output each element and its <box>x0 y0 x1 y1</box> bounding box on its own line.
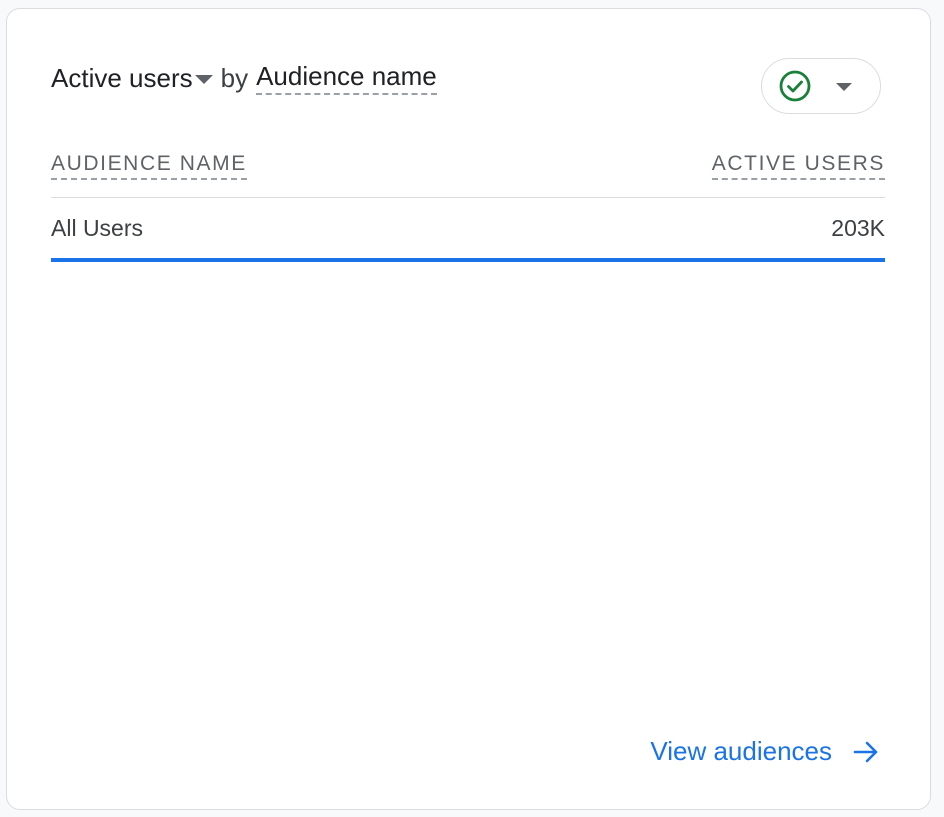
chevron-down-icon <box>836 83 852 91</box>
by-label: by <box>220 62 249 93</box>
column-header-active-users[interactable]: ACTIVE USERS <box>711 152 885 180</box>
metric-selector[interactable]: Active users <box>51 63 213 94</box>
dimension-selector[interactable]: Audience name <box>256 61 437 95</box>
table-row: All Users 203K <box>51 198 885 262</box>
view-audiences-link[interactable]: View audiences <box>650 736 880 767</box>
caret-down-icon <box>194 74 213 84</box>
arrow-right-icon <box>853 741 878 762</box>
audience-name-cell: All Users <box>51 214 144 241</box>
card-title: Active users by Audience name <box>51 61 437 95</box>
audiences-card: Active users by Audience name AUDIENCE N… <box>6 8 931 810</box>
active-users-cell: 203K <box>831 214 885 241</box>
check-circle-icon <box>779 70 811 102</box>
view-audiences-label: View audiences <box>650 736 832 766</box>
audience-table: AUDIENCE NAME ACTIVE USERS All Users 203… <box>51 152 885 262</box>
column-header-audience-name[interactable]: AUDIENCE NAME <box>51 152 247 180</box>
table-header: AUDIENCE NAME ACTIVE USERS <box>51 152 885 198</box>
comparison-dropdown-button[interactable] <box>761 58 881 114</box>
metric-label: Active users <box>51 62 193 93</box>
